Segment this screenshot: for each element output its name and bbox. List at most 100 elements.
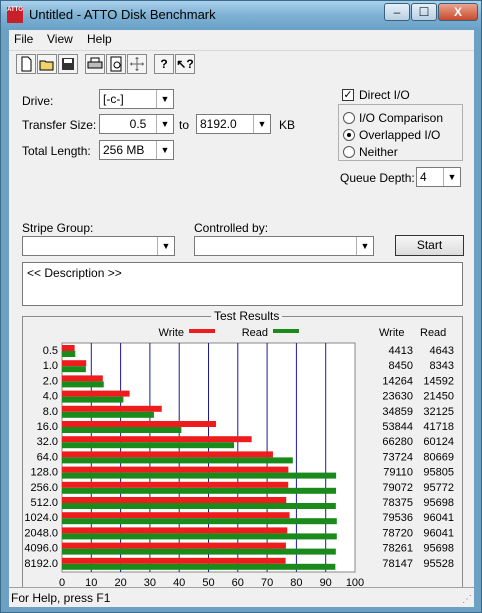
- write-bar: [62, 360, 87, 367]
- write-value: 34859: [382, 406, 413, 418]
- print-preview-icon[interactable]: [106, 54, 126, 74]
- resize-grip-icon[interactable]: ⋰: [462, 594, 472, 605]
- y-tick-label: 256.0: [30, 482, 58, 494]
- neither-radio[interactable]: [343, 146, 355, 158]
- write-bar: [62, 421, 217, 427]
- chevron-down-icon: ▼: [156, 115, 173, 133]
- start-button[interactable]: Start: [395, 235, 464, 256]
- open-icon[interactable]: [37, 54, 57, 74]
- window-title: Untitled - ATTO Disk Benchmark: [29, 7, 216, 22]
- direct-io-label: Direct I/O: [359, 88, 410, 102]
- write-bar: [62, 527, 288, 534]
- chevron-down-icon: ▼: [156, 90, 173, 108]
- title-bar[interactable]: ATTO Untitled - ATTO Disk Benchmark ‒ ☐ …: [1, 1, 481, 29]
- overlapped-io-radio[interactable]: [343, 129, 355, 141]
- queue-depth-select[interactable]: 4 ▼: [416, 167, 461, 187]
- read-bar: [62, 442, 235, 449]
- chevron-down-icon: ▼: [253, 115, 270, 133]
- io-comparison-radio[interactable]: [343, 112, 355, 124]
- read-value: 95805: [423, 467, 454, 479]
- y-tick-label: 1.0: [43, 360, 58, 372]
- print-icon[interactable]: [85, 54, 105, 74]
- toolbar: ? ↖?: [9, 50, 474, 78]
- direct-io-checkbox[interactable]: ✓: [342, 89, 354, 101]
- read-bar: [62, 548, 336, 555]
- write-bar: [62, 466, 289, 473]
- menu-file[interactable]: File: [14, 32, 33, 46]
- total-length-select[interactable]: 256 MB ▼: [99, 140, 174, 160]
- drive-value: [-c-]: [103, 92, 124, 106]
- write-value: 8450: [389, 360, 413, 372]
- overlapped-io-label: Overlapped I/O: [359, 128, 441, 142]
- write-bar: [62, 512, 290, 519]
- transfer-size-to-select[interactable]: 8192.0 ▼: [196, 114, 271, 134]
- save-icon[interactable]: [58, 54, 78, 74]
- transfer-size-from-select[interactable]: 0.5 ▼: [99, 114, 174, 134]
- to-label: to: [179, 118, 190, 132]
- read-bar: [62, 533, 337, 540]
- write-bar: [62, 390, 130, 397]
- write-bar: [62, 497, 287, 503]
- write-bar: [62, 557, 286, 564]
- y-tick-label: 512.0: [30, 497, 58, 509]
- description-field[interactable]: << Description >>: [22, 262, 463, 306]
- legend-read-label: Read: [242, 327, 268, 339]
- y-tick-label: 1024.0: [24, 512, 58, 524]
- results-chart: 0102030405060708090100Transfer Rate - MB…: [24, 327, 454, 593]
- read-bar: [62, 563, 336, 570]
- minimize-button[interactable]: ‒: [384, 3, 410, 21]
- controlled-by-select[interactable]: ▼: [194, 236, 374, 256]
- read-value: 14592: [423, 375, 454, 387]
- y-tick-label: 8.0: [43, 406, 58, 418]
- read-value: 95528: [423, 558, 454, 570]
- read-bar: [62, 487, 337, 494]
- stripe-group-label: Stripe Group:: [22, 221, 94, 235]
- app-window: ATTO Untitled - ATTO Disk Benchmark ‒ ☐ …: [0, 0, 482, 613]
- write-bar: [62, 542, 286, 549]
- total-length-label: Total Length:: [22, 144, 91, 158]
- queue-depth-value: 4: [420, 170, 427, 184]
- read-value: 96041: [423, 512, 454, 524]
- write-column-header: Write: [379, 327, 404, 339]
- legend-read-swatch: [273, 329, 299, 333]
- y-tick-label: 4.0: [43, 391, 58, 403]
- write-value: 79536: [382, 512, 413, 524]
- y-tick-label: 64.0: [37, 451, 58, 463]
- legend-write-label: Write: [159, 327, 184, 339]
- read-value: 32125: [423, 406, 454, 418]
- write-bar: [62, 405, 162, 412]
- write-value: 78375: [382, 497, 413, 509]
- read-bar: [62, 472, 337, 479]
- write-value: 78147: [382, 558, 413, 570]
- write-value: 78261: [382, 543, 413, 555]
- close-button[interactable]: X: [438, 3, 478, 21]
- y-tick-label: 8192.0: [24, 558, 58, 570]
- write-bar: [62, 375, 103, 382]
- read-value: 95698: [423, 497, 454, 509]
- status-bar: For Help, press F1 ⋰: [9, 587, 474, 607]
- read-value: 21450: [423, 391, 454, 403]
- menu-view[interactable]: View: [47, 32, 73, 46]
- help-icon[interactable]: ?: [154, 54, 174, 74]
- settings-panel: Drive: [-c-] ▼ Transfer Size: 0.5 ▼ to 8…: [9, 77, 474, 594]
- transfer-size-label: Transfer Size:: [22, 118, 97, 132]
- write-value: 73724: [382, 451, 413, 463]
- read-column-header: Read: [420, 327, 446, 339]
- maximize-button[interactable]: ☐: [411, 3, 437, 21]
- move-icon[interactable]: [127, 54, 147, 74]
- transfer-size-from-value: 0.5: [129, 117, 147, 131]
- new-icon[interactable]: [16, 54, 36, 74]
- menu-help[interactable]: Help: [87, 32, 112, 46]
- context-help-icon[interactable]: ↖?: [175, 54, 195, 74]
- queue-depth-label: Queue Depth:: [340, 171, 415, 185]
- write-value: 14264: [382, 375, 413, 387]
- write-value: 66280: [382, 436, 413, 448]
- y-tick-label: 128.0: [30, 467, 58, 479]
- drive-select[interactable]: [-c-] ▼: [99, 89, 174, 109]
- atto-app-icon: ATTO: [7, 7, 23, 23]
- kb-label: KB: [279, 118, 296, 132]
- read-bar: [62, 366, 86, 373]
- chevron-down-icon: ▼: [157, 237, 174, 255]
- stripe-group-select[interactable]: ▼: [22, 236, 175, 256]
- neither-label: Neither: [359, 145, 398, 159]
